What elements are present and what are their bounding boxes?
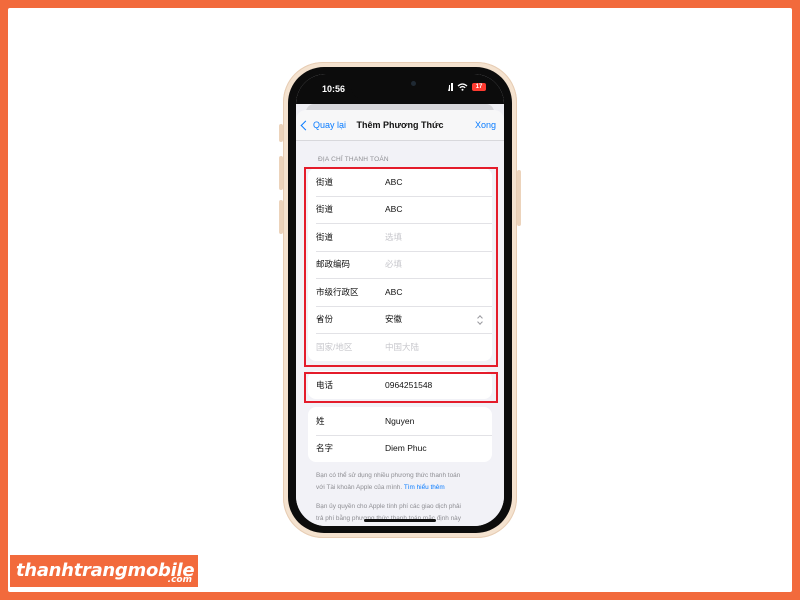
row-label: 名字 xyxy=(316,443,334,454)
brand-domain: .com xyxy=(167,575,192,585)
highlight-box-phone xyxy=(304,372,498,403)
name-group: 姓 Nguyen 名字 Diem Phuc xyxy=(308,407,492,462)
first-name-row[interactable]: 名字 Diem Phuc xyxy=(308,434,492,463)
nav-title: Thêm Phương Thức xyxy=(356,120,444,130)
last-name-value[interactable]: Nguyen xyxy=(385,416,414,426)
notch xyxy=(351,74,449,100)
footer-text: Bạn ủy quyền cho Apple tính phí các giao… xyxy=(316,503,461,510)
learn-more-link[interactable]: Tìm hiểu thêm xyxy=(404,484,445,491)
wifi-icon xyxy=(457,83,468,91)
battery-icon: 17 xyxy=(472,83,486,91)
status-time: 10:56 xyxy=(322,84,346,94)
nav-bar: Quay lại Thêm Phương Thức Xong xyxy=(296,110,504,141)
volume-up-button xyxy=(279,156,283,190)
footer-text: Bạn có thể sử dụng nhiều phương thức tha… xyxy=(316,472,461,479)
last-name-row[interactable]: 姓 Nguyen xyxy=(308,407,492,435)
section-label-billing-address: ĐỊA CHỈ THANH TOÁN xyxy=(318,156,389,163)
row-label: 姓 xyxy=(316,415,325,426)
brand-logo: thanhtrangmobile .com xyxy=(10,555,198,587)
volume-down-button xyxy=(279,200,283,234)
silent-switch xyxy=(279,124,283,142)
footer-text: với Tài khoản Apple của mình. xyxy=(316,484,403,491)
footer-note-payment-methods: Bạn có thể sử dụng nhiều phương thức tha… xyxy=(316,470,490,494)
camera-icon xyxy=(411,81,416,86)
done-button[interactable]: Xong xyxy=(475,120,496,130)
footer-text-line-2: với Tài khoản Apple của mình. Tìm hiểu t… xyxy=(316,482,490,494)
power-button xyxy=(517,170,521,226)
first-name-value[interactable]: Diem Phuc xyxy=(385,443,427,453)
highlight-box-address xyxy=(304,167,498,367)
home-indicator[interactable] xyxy=(364,519,436,522)
